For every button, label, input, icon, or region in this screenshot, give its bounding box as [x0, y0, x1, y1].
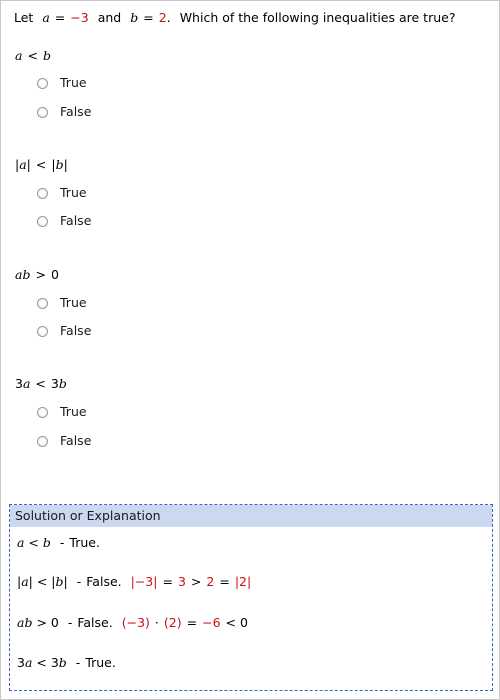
radio-button-icon[interactable]	[37, 77, 48, 89]
radio-button-icon[interactable]	[37, 435, 48, 447]
q2-lhs-var: a	[19, 157, 27, 172]
sol2-work-black-2: >	[190, 574, 202, 589]
radio-label: False	[60, 104, 92, 119]
prompt-value-b: 2	[158, 10, 167, 25]
solution-line-1: a < b - True.	[17, 535, 100, 551]
radio-button-icon[interactable]	[37, 215, 48, 227]
sol3-work-black-1: ·	[154, 615, 159, 630]
prompt-value-a: −3	[70, 10, 89, 25]
radio-option-q4-false[interactable]: False	[37, 433, 91, 449]
radio-label: False	[60, 213, 92, 228]
solution-line-3: ab > 0- False. (−3) · (2) = −6 < 0	[17, 615, 248, 630]
question-expression-2: |a| < |b|	[15, 157, 68, 173]
q3-lhs: ab	[15, 267, 31, 282]
sol1-expr: a < b	[17, 535, 51, 550]
q2-op: <	[35, 157, 47, 172]
q4-rhs: 3b	[50, 376, 67, 391]
solution-header: Solution or Explanation	[10, 505, 492, 527]
prompt-conjunction: and	[97, 10, 122, 25]
sol3-expr-var: ab	[17, 615, 33, 630]
radio-button-icon[interactable]	[37, 106, 48, 118]
prompt-var-b: b	[130, 10, 139, 25]
sol2-verdict: False.	[86, 574, 122, 589]
sol2-work-red-1: |−3|	[130, 574, 158, 589]
solution-line-2: |a| < |b| - False. |−3| = 3 >2 = |2|	[17, 574, 251, 590]
q3-op: >	[35, 267, 46, 282]
q4-op: <	[35, 376, 46, 391]
sol2-work-red-4: |2|	[234, 574, 252, 589]
prompt-eq-2: =	[143, 10, 154, 25]
solution-panel: Solution or Explanation a < b - True. |a| …	[9, 504, 493, 691]
radio-option-q1-true[interactable]: True	[37, 75, 87, 91]
sol1-dash: -	[59, 535, 65, 550]
q4-rhs-var: b	[58, 376, 67, 391]
radio-button-icon[interactable]	[37, 325, 48, 337]
question-page: Let a = −3 and b = 2. Which of the following ine…	[0, 0, 500, 700]
q1-lhs: a	[15, 48, 23, 63]
question-expression-1: a < b	[15, 48, 51, 64]
prompt-eq-1: =	[54, 10, 66, 25]
solution-header-label: Solution or Explanation	[15, 508, 161, 523]
solution-line-4: 3a < 3b - True.	[17, 655, 116, 671]
sol2-work-black-3: =	[219, 574, 230, 589]
q1-op: <	[27, 48, 38, 63]
sol3-work-black-2: =	[186, 615, 198, 630]
radio-label: False	[60, 323, 92, 338]
question-expression-3: ab >0	[15, 267, 59, 283]
radio-option-q4-true[interactable]: True	[37, 404, 87, 420]
sol4-verdict: True.	[85, 655, 116, 670]
sol3-work-black-3: < 0	[225, 615, 248, 630]
sol2-dash: -	[76, 574, 82, 589]
radio-button-icon[interactable]	[37, 297, 48, 309]
radio-option-q1-false[interactable]: False	[37, 104, 91, 120]
prompt-var-a: a	[42, 10, 50, 25]
radio-label: True	[60, 185, 87, 200]
q4-lhs: 3a	[15, 376, 31, 391]
radio-option-q3-true[interactable]: True	[37, 295, 87, 311]
sol3-work-red-3: −6	[202, 615, 221, 630]
sol3-work-red-2: (2)	[163, 615, 182, 630]
radio-option-q2-false[interactable]: False	[37, 213, 91, 229]
radio-option-q3-false[interactable]: False	[37, 323, 91, 339]
sol2-work-red-2: 3	[177, 574, 186, 589]
q2-rhs: |b|	[51, 157, 68, 172]
sol3-dash: -	[67, 615, 73, 630]
prompt-question-text: Which of the following inequalities are …	[179, 10, 456, 25]
sol1-verdict: True.	[69, 535, 100, 550]
radio-button-icon[interactable]	[37, 406, 48, 418]
radio-label: True	[60, 404, 87, 419]
q2-rhs-var: b	[55, 157, 64, 172]
radio-label: True	[60, 75, 87, 90]
radio-label: True	[60, 295, 87, 310]
question-expression-4: 3a <3b	[15, 376, 67, 392]
page-title: Let a = −3 and b = 2. Which of the following ine…	[14, 10, 455, 26]
prompt-lead: Let	[14, 10, 34, 25]
q1-rhs: b	[42, 48, 51, 63]
q4-lhs-var: a	[22, 376, 31, 391]
sol4-expr: 3a < 3b	[17, 655, 67, 670]
prompt-period: .	[166, 10, 171, 25]
q3-rhs: 0	[50, 267, 59, 282]
sol2-work-red-3: 2	[206, 574, 215, 589]
q2-lhs: |a|	[15, 157, 31, 172]
sol3-work-red-1: (−3)	[121, 615, 150, 630]
radio-label: False	[60, 433, 92, 448]
sol3-verdict: False.	[77, 615, 113, 630]
sol4-dash: -	[75, 655, 81, 670]
sol2-expr: |a| < |b|	[17, 574, 68, 589]
radio-button-icon[interactable]	[37, 187, 48, 199]
sol2-work-black-1: =	[162, 574, 173, 589]
radio-option-q2-true[interactable]: True	[37, 185, 87, 201]
